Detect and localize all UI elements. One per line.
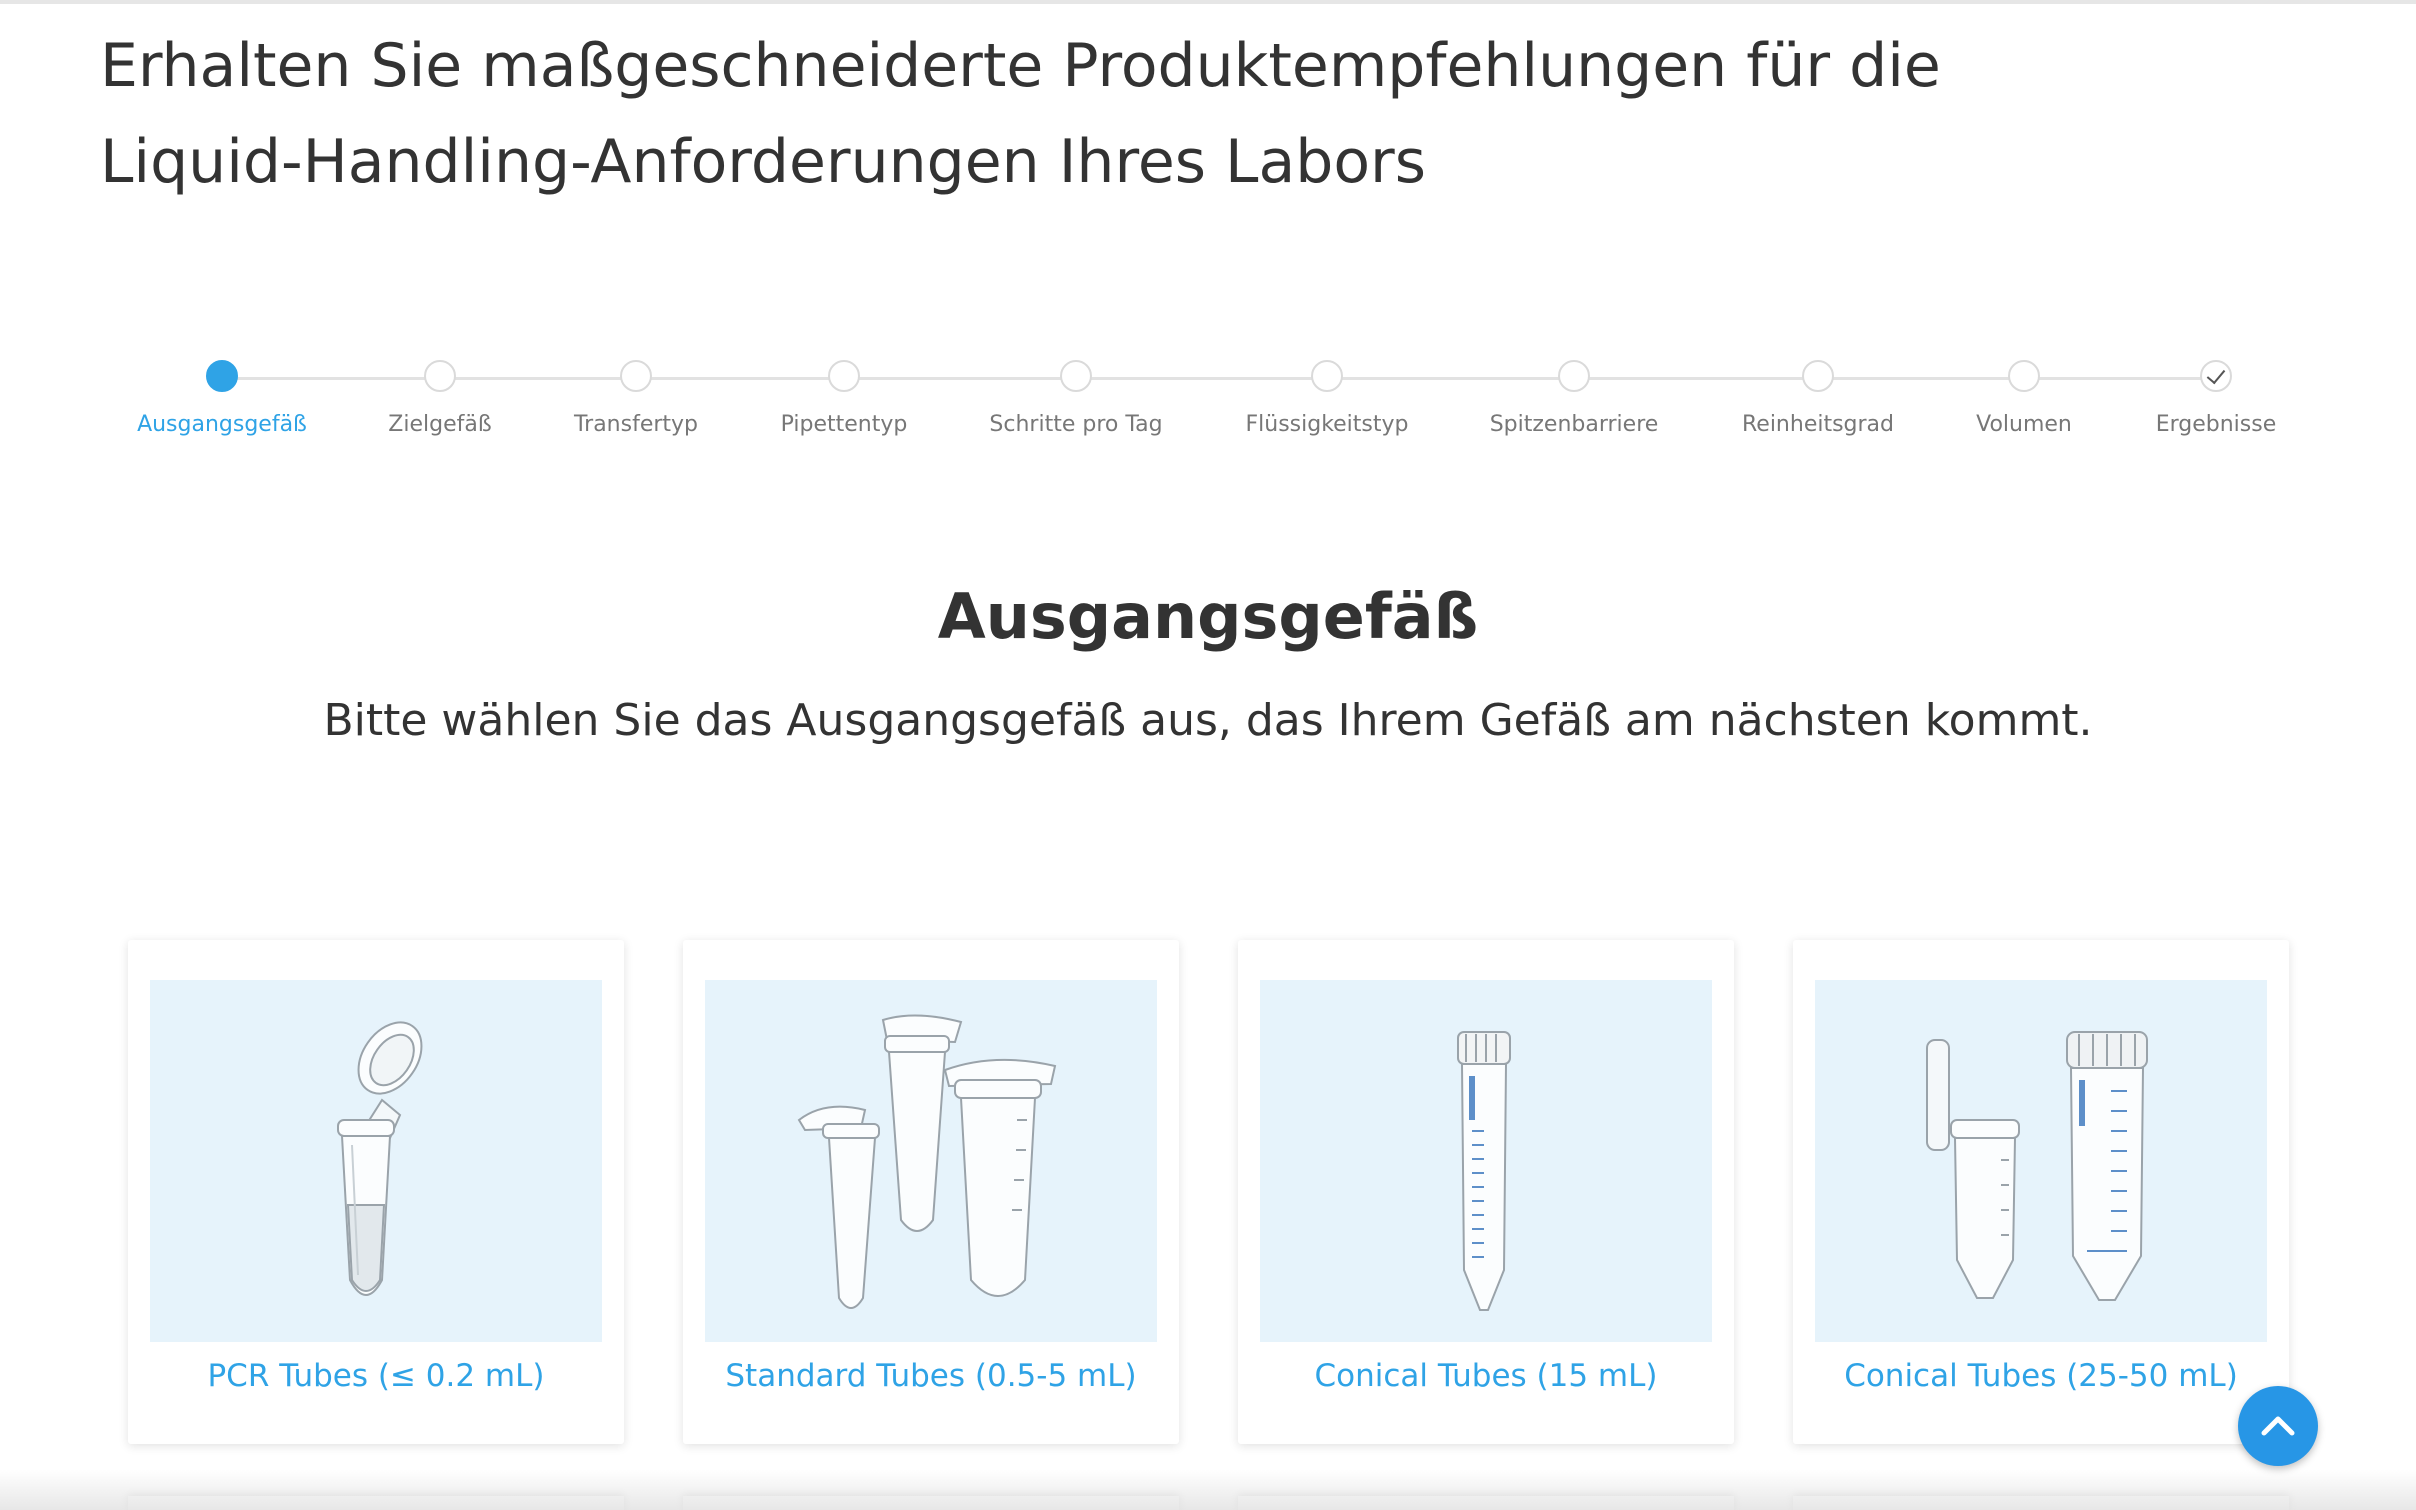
- top-divider: [0, 0, 2416, 4]
- headline-line-2: Liquid-Handling-Anforderungen Ihres Labo…: [100, 127, 1426, 197]
- step-dot: [828, 360, 860, 392]
- option-card-conical-25-50[interactable]: Conical Tubes (25-50 mL): [1793, 940, 2289, 1444]
- chevron-up-icon: [2261, 1416, 2295, 1436]
- bottom-fade: [0, 1470, 2416, 1510]
- step-dot: [1802, 360, 1834, 392]
- progress-stepper: Ausgangsgefäß Zielgefäß Transfertyp Pipe…: [0, 340, 2416, 460]
- option-card-conical-15[interactable]: Conical Tubes (15 mL): [1238, 940, 1734, 1444]
- section-title: Ausgangsgefäß: [937, 580, 1479, 653]
- step-label: Spitzenbarriere: [1489, 412, 1659, 437]
- step-label: Pipettentyp: [780, 412, 908, 437]
- step-fluessigkeitstyp[interactable]: Flüssigkeitstyp: [1197, 360, 1457, 437]
- conical-tube-15-image: [1260, 980, 1712, 1342]
- step-spitzenbarriere[interactable]: Spitzenbarriere: [1444, 360, 1704, 437]
- headline-line-1: Erhalten Sie maßgeschneiderte Produktemp…: [100, 31, 1941, 101]
- option-label: Conical Tubes (25-50 mL): [1844, 1358, 2238, 1394]
- standard-tubes-image: [705, 980, 1157, 1342]
- step-label: Flüssigkeitstyp: [1245, 412, 1409, 437]
- step-dot-active: [206, 360, 238, 392]
- section-subtitle: Bitte wählen Sie das Ausgangsgefäß aus, …: [323, 695, 2093, 746]
- option-label: Standard Tubes (0.5-5 mL): [725, 1358, 1137, 1394]
- step-label: Schritte pro Tag: [989, 412, 1163, 437]
- step-pipettentyp[interactable]: Pipettentyp: [714, 360, 974, 437]
- page: Erhalten Sie maßgeschneiderte Produktemp…: [0, 0, 2416, 1510]
- checkmark-icon: [2200, 360, 2232, 392]
- conical-tubes-25-50-image: [1815, 980, 2267, 1342]
- step-dot: [424, 360, 456, 392]
- step-dot: [2008, 360, 2040, 392]
- step-label: Ergebnisse: [2155, 412, 2277, 437]
- option-label: Conical Tubes (15 mL): [1314, 1358, 1658, 1394]
- option-label: PCR Tubes (≤ 0.2 mL): [207, 1358, 545, 1394]
- step-dot: [1311, 360, 1343, 392]
- step-schritte-pro-tag[interactable]: Schritte pro Tag: [946, 360, 1206, 437]
- step-dot: [1558, 360, 1590, 392]
- option-card-pcr-tubes[interactable]: PCR Tubes (≤ 0.2 mL): [128, 940, 624, 1444]
- scroll-to-top-button[interactable]: [2238, 1386, 2318, 1466]
- step-dot: [620, 360, 652, 392]
- step-dot: [1060, 360, 1092, 392]
- pcr-tube-image: [150, 980, 602, 1342]
- step-ergebnisse[interactable]: Ergebnisse: [2086, 360, 2346, 437]
- option-card-standard-tubes[interactable]: Standard Tubes (0.5-5 mL): [683, 940, 1179, 1444]
- page-headline: Erhalten Sie maßgeschneiderte Produktemp…: [100, 18, 2000, 210]
